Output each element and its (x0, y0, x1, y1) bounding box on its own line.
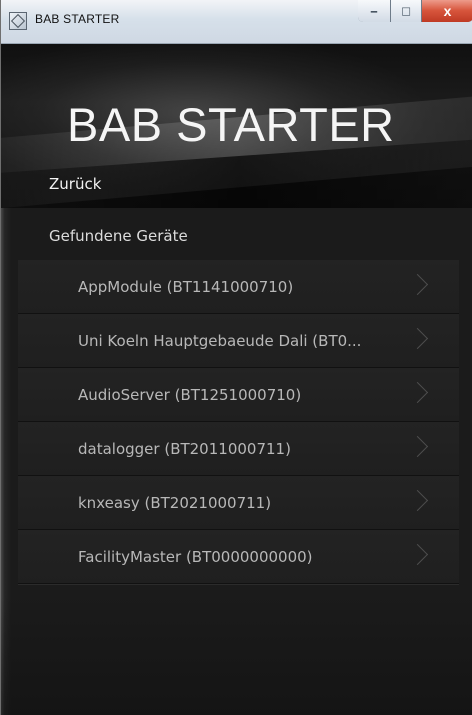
minimize-button[interactable]: – (358, 0, 391, 22)
device-list: AppModule (BT1141000710) Uni Koeln Haupt… (18, 260, 459, 584)
chevron-right-icon (406, 381, 429, 404)
device-label: knxeasy (BT2021000711) (78, 494, 272, 512)
close-icon: x (443, 3, 452, 19)
chevron-right-icon (406, 327, 429, 350)
close-button[interactable]: x (422, 0, 472, 22)
chevron-right-icon (406, 273, 429, 296)
window-title: BAB STARTER (35, 12, 120, 26)
device-row-facilitymaster[interactable]: FacilityMaster (BT0000000000) (18, 530, 459, 584)
window-controls: – □ x (358, 0, 472, 22)
device-row-audioserver[interactable]: AudioServer (BT1251000710) (18, 368, 459, 422)
device-row-appmodule[interactable]: AppModule (BT1141000710) (18, 260, 459, 314)
device-label: datalogger (BT2011000711) (78, 440, 291, 458)
app-title: BAB STARTER (67, 98, 395, 151)
chevron-right-icon (406, 543, 429, 566)
found-devices-heading: Gefundene Geräte (49, 227, 188, 245)
app-icon (9, 12, 27, 30)
minimize-icon: – (370, 3, 378, 19)
bab-starter-window: BAB STARTER – □ x BAB STARTER Zurück Gef… (0, 0, 472, 715)
back-button[interactable]: Zurück (49, 175, 101, 193)
left-edge-accent (1, 208, 11, 715)
maximize-icon: □ (402, 3, 410, 19)
chevron-right-icon (406, 489, 429, 512)
device-label: AudioServer (BT1251000710) (78, 386, 302, 404)
device-label: FacilityMaster (BT0000000000) (78, 548, 313, 566)
device-label: AppModule (BT1141000710) (78, 278, 294, 296)
device-label: Uni Koeln Hauptgebaeude Dali (BT0... (78, 332, 362, 350)
maximize-button[interactable]: □ (391, 0, 422, 22)
bottom-shadow (1, 595, 472, 715)
window-title-bar[interactable]: BAB STARTER – □ x (1, 0, 472, 44)
device-row-datalogger[interactable]: datalogger (BT2011000711) (18, 422, 459, 476)
app-header: BAB STARTER Zurück (1, 44, 472, 208)
chevron-right-icon (406, 435, 429, 458)
device-row-knxeasy[interactable]: knxeasy (BT2021000711) (18, 476, 459, 530)
device-row-uni-koeln[interactable]: Uni Koeln Hauptgebaeude Dali (BT0... (18, 314, 459, 368)
